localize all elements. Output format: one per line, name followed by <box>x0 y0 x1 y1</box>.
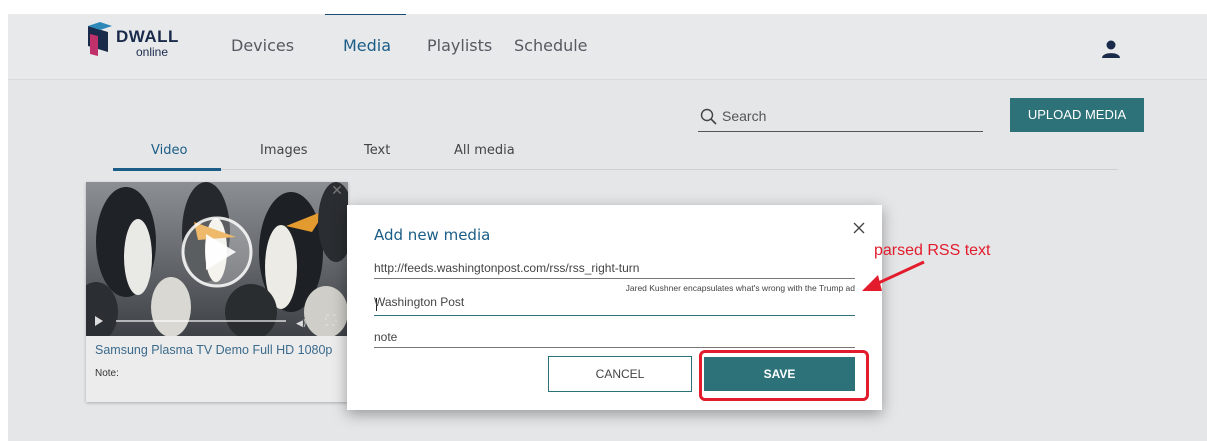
card-close-icon[interactable]: ✕ <box>330 183 344 198</box>
url-field[interactable]: http://feeds.washingtonpost.com/rss/rss_… <box>374 259 855 279</box>
dwall-logo[interactable]: DWALL online <box>86 22 196 62</box>
tab-video[interactable]: Video <box>151 143 187 158</box>
nav-playlists[interactable]: Playlists <box>427 36 492 55</box>
search-input[interactable]: Search <box>698 102 983 132</box>
nav-devices[interactable]: Devices <box>231 36 294 55</box>
note-field-placeholder: note <box>374 330 398 344</box>
app-frame: DWALL online Devices Media Playlists Sch… <box>8 14 1207 441</box>
media-card[interactable]: ◀) ✕ Samsung Plasma TV Demo Full HD 1080… <box>86 182 348 402</box>
dialog-title: Add new media <box>374 226 491 244</box>
annotation-label: parsed RSS text <box>874 242 991 259</box>
name-field-value: Washington Post <box>374 295 465 311</box>
logo-word: DWALL <box>116 27 179 46</box>
annotation-arrow-icon <box>862 260 925 291</box>
upload-media-button[interactable]: UPLOAD MEDIA <box>1010 98 1144 132</box>
tab-text[interactable]: Text <box>364 143 390 158</box>
nav-active-indicator <box>325 14 406 15</box>
logo-subtitle: online <box>136 45 169 59</box>
name-field[interactable]: Washington Post <box>374 295 855 316</box>
note-field[interactable]: note <box>374 329 855 348</box>
dwall-logo-icon <box>88 22 112 56</box>
close-icon[interactable] <box>852 221 866 235</box>
user-icon[interactable] <box>1101 39 1121 59</box>
tab-images[interactable]: Images <box>260 143 308 158</box>
tab-active-underline <box>113 168 221 171</box>
media-card-title: Samsung Plasma TV Demo Full HD 1080p <box>95 343 333 357</box>
search-icon <box>700 108 717 125</box>
url-field-value: http://feeds.washingtonpost.com/rss/rss_… <box>374 261 640 275</box>
penguins-image: ◀) <box>86 182 348 336</box>
nav-media[interactable]: Media <box>343 36 391 55</box>
cancel-button[interactable]: CANCEL <box>548 356 692 392</box>
search-placeholder: Search <box>722 108 767 124</box>
svg-text:◀): ◀) <box>296 319 306 329</box>
top-navbar: DWALL online Devices Media Playlists Sch… <box>8 14 1207 80</box>
media-card-note: Note: <box>95 368 119 379</box>
save-button-highlight <box>699 350 869 401</box>
tab-all-media[interactable]: All media <box>454 143 515 158</box>
nav-schedule[interactable]: Schedule <box>514 36 588 55</box>
media-type-tabs: Video Images Text All media <box>113 134 1118 171</box>
video-thumbnail[interactable]: ◀) <box>86 182 348 336</box>
rss-preview-text: Jared Kushner encapsulates what's wrong … <box>625 283 855 293</box>
